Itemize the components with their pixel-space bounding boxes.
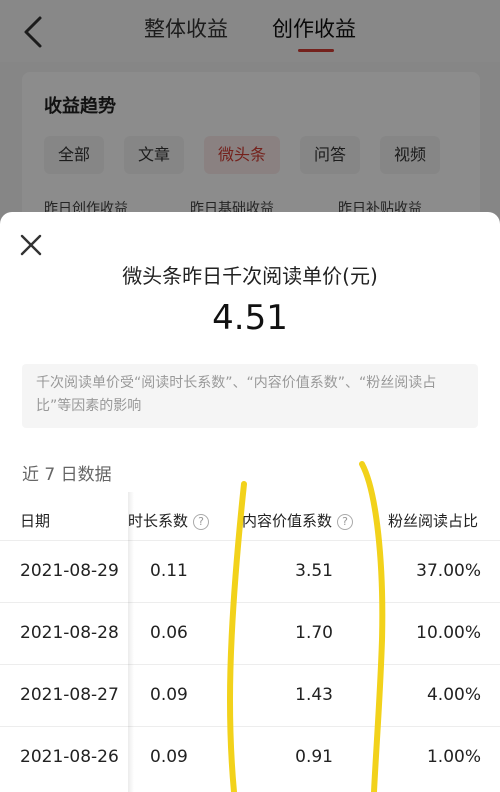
period-label: 近 7 日数据 (22, 465, 112, 485)
cell-fans: 37.00% (416, 561, 481, 581)
table-row: 2021-08-28 0.06 1.70 10.00% (0, 602, 500, 664)
help-icon[interactable]: ? (193, 514, 210, 530)
cell-fans: 1.00% (426, 747, 481, 767)
sticky-column-shadow (128, 492, 134, 792)
table-row: 2021-08-26 0.09 0.91 1.00% (0, 726, 500, 788)
column-header-quality: 内容价值系数? (242, 510, 354, 531)
data-table[interactable]: 日期 时长系数? 内容价值系数? 粉丝阅读占比 2021-08-29 0.11 … (0, 492, 500, 792)
help-icon[interactable]: ? (337, 514, 354, 530)
info-note: 千次阅读单价受“阅读时长系数”、“内容价值系数”、“粉丝阅读占比”等因素的影响 (22, 364, 478, 428)
cell-fans: 10.00% (416, 623, 481, 643)
cpm-detail-sheet: 微头条昨日千次阅读单价(元) 4.51 千次阅读单价受“阅读时长系数”、“内容价… (0, 212, 500, 792)
column-header-date: 日期 (20, 512, 51, 530)
column-header-fans: 粉丝阅读占比 (388, 512, 479, 530)
close-icon[interactable] (18, 232, 44, 258)
cell-fans: 4.00% (426, 685, 481, 705)
table-row: 2021-08-29 0.11 3.51 37.00% (0, 540, 500, 602)
column-header-duration: 时长系数? (128, 510, 210, 531)
cpm-value: 4.51 (212, 298, 288, 338)
table-row: 2021-08-27 0.09 1.43 4.00% (0, 664, 500, 726)
sheet-title: 微头条昨日千次阅读单价(元) (122, 264, 378, 288)
